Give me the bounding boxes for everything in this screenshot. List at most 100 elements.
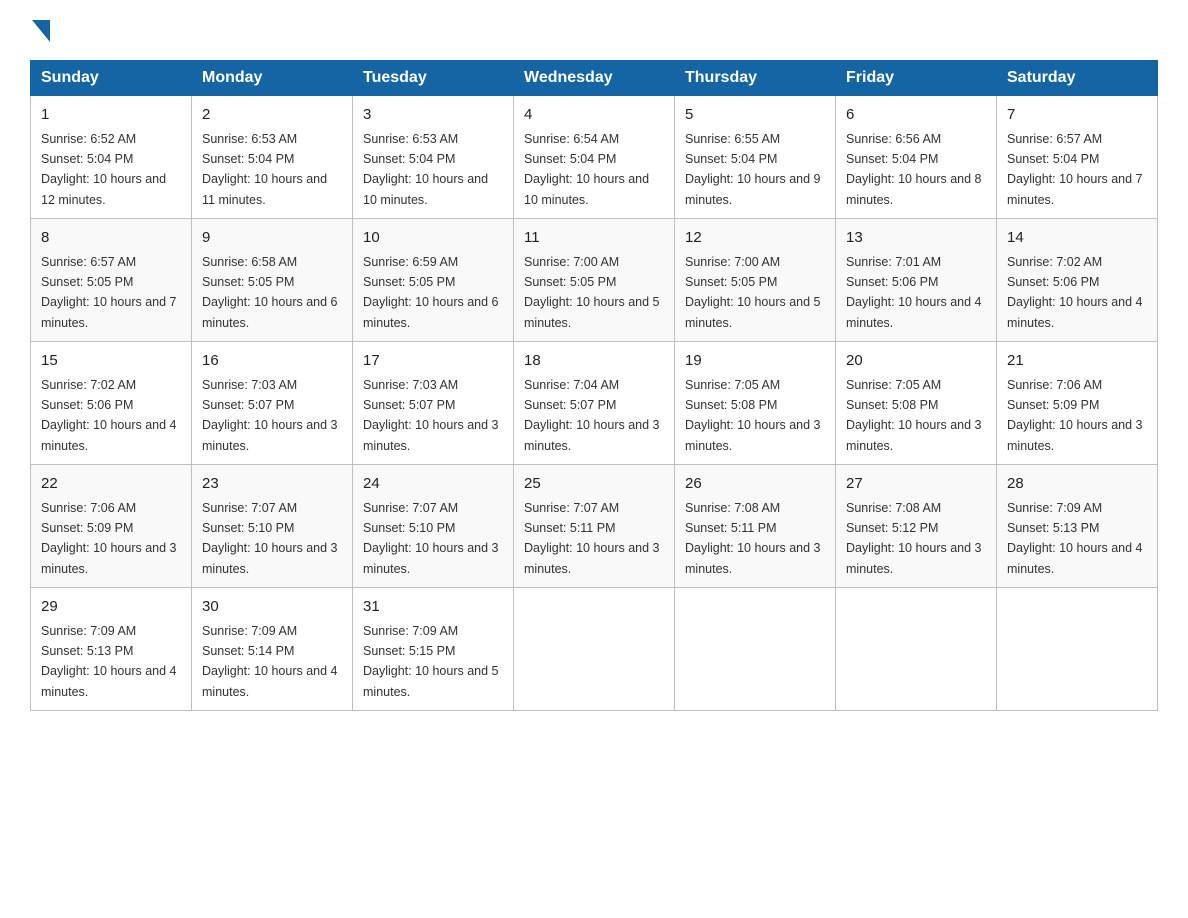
col-monday: Monday [192, 61, 353, 96]
day-number: 17 [363, 350, 503, 373]
day-info: Sunrise: 7:01 AMSunset: 5:06 PMDaylight:… [846, 255, 982, 330]
calendar-cell: 31 Sunrise: 7:09 AMSunset: 5:15 PMDayligh… [353, 588, 514, 711]
day-info: Sunrise: 7:07 AMSunset: 5:10 PMDaylight:… [363, 501, 499, 576]
calendar-cell [836, 588, 997, 711]
day-info: Sunrise: 6:53 AMSunset: 5:04 PMDaylight:… [363, 132, 488, 207]
calendar-week-row: 29 Sunrise: 7:09 AMSunset: 5:13 PMDayligh… [31, 588, 1158, 711]
day-info: Sunrise: 6:54 AMSunset: 5:04 PMDaylight:… [524, 132, 649, 207]
day-number: 25 [524, 473, 664, 496]
calendar-cell [675, 588, 836, 711]
calendar-cell: 22 Sunrise: 7:06 AMSunset: 5:09 PMDayligh… [31, 465, 192, 588]
day-info: Sunrise: 6:58 AMSunset: 5:05 PMDaylight:… [202, 255, 338, 330]
calendar-cell: 8 Sunrise: 6:57 AMSunset: 5:05 PMDaylight… [31, 219, 192, 342]
calendar-cell: 5Sunrise: 6:55 AMSunset: 5:04 PMDaylight… [675, 96, 836, 219]
calendar-cell: 11 Sunrise: 7:00 AMSunset: 5:05 PMDayligh… [514, 219, 675, 342]
calendar-cell: 20 Sunrise: 7:05 AMSunset: 5:08 PMDayligh… [836, 342, 997, 465]
day-number: 12 [685, 227, 825, 250]
day-info: Sunrise: 6:57 AMSunset: 5:05 PMDaylight:… [41, 255, 177, 330]
col-tuesday: Tuesday [353, 61, 514, 96]
day-number: 22 [41, 473, 181, 496]
day-number: 9 [202, 227, 342, 250]
calendar-table: Sunday Monday Tuesday Wednesday Thursday… [30, 60, 1158, 711]
day-info: Sunrise: 6:59 AMSunset: 5:05 PMDaylight:… [363, 255, 499, 330]
calendar-cell [997, 588, 1158, 711]
col-thursday: Thursday [675, 61, 836, 96]
day-number: 18 [524, 350, 664, 373]
day-info: Sunrise: 7:03 AMSunset: 5:07 PMDaylight:… [363, 378, 499, 453]
day-info: Sunrise: 7:03 AMSunset: 5:07 PMDaylight:… [202, 378, 338, 453]
day-number: 29 [41, 596, 181, 619]
day-info: Sunrise: 7:09 AMSunset: 5:13 PMDaylight:… [41, 624, 177, 699]
day-number: 15 [41, 350, 181, 373]
day-info: Sunrise: 7:09 AMSunset: 5:14 PMDaylight:… [202, 624, 338, 699]
calendar-cell: 18 Sunrise: 7:04 AMSunset: 5:07 PMDayligh… [514, 342, 675, 465]
calendar-cell: 9 Sunrise: 6:58 AMSunset: 5:05 PMDaylight… [192, 219, 353, 342]
day-number: 2 [202, 104, 342, 127]
calendar-cell: 12 Sunrise: 7:00 AMSunset: 5:05 PMDayligh… [675, 219, 836, 342]
page-header [30, 20, 1158, 42]
calendar-cell: 28 Sunrise: 7:09 AMSunset: 5:13 PMDayligh… [997, 465, 1158, 588]
day-info: Sunrise: 7:00 AMSunset: 5:05 PMDaylight:… [685, 255, 821, 330]
calendar-cell: 30Sunrise: 7:09 AMSunset: 5:14 PMDayligh… [192, 588, 353, 711]
logo [30, 20, 50, 42]
day-number: 13 [846, 227, 986, 250]
day-info: Sunrise: 6:53 AMSunset: 5:04 PMDaylight:… [202, 132, 327, 207]
day-number: 3 [363, 104, 503, 127]
calendar-cell: 7 Sunrise: 6:57 AMSunset: 5:04 PMDaylight… [997, 96, 1158, 219]
day-info: Sunrise: 7:06 AMSunset: 5:09 PMDaylight:… [1007, 378, 1143, 453]
calendar-cell: 15 Sunrise: 7:02 AMSunset: 5:06 PMDayligh… [31, 342, 192, 465]
calendar-header-row: Sunday Monday Tuesday Wednesday Thursday… [31, 61, 1158, 96]
day-info: Sunrise: 7:05 AMSunset: 5:08 PMDaylight:… [846, 378, 982, 453]
day-number: 8 [41, 227, 181, 250]
day-info: Sunrise: 6:57 AMSunset: 5:04 PMDaylight:… [1007, 132, 1143, 207]
day-info: Sunrise: 6:52 AMSunset: 5:04 PMDaylight:… [41, 132, 166, 207]
day-info: Sunrise: 7:07 AMSunset: 5:10 PMDaylight:… [202, 501, 338, 576]
day-number: 4 [524, 104, 664, 127]
calendar-cell: 16 Sunrise: 7:03 AMSunset: 5:07 PMDayligh… [192, 342, 353, 465]
calendar-cell: 17 Sunrise: 7:03 AMSunset: 5:07 PMDayligh… [353, 342, 514, 465]
calendar-cell: 3 Sunrise: 6:53 AMSunset: 5:04 PMDaylight… [353, 96, 514, 219]
day-info: Sunrise: 7:07 AMSunset: 5:11 PMDaylight:… [524, 501, 660, 576]
day-info: Sunrise: 7:08 AMSunset: 5:11 PMDaylight:… [685, 501, 821, 576]
day-info: Sunrise: 7:09 AMSunset: 5:15 PMDaylight:… [363, 624, 499, 699]
calendar-week-row: 15 Sunrise: 7:02 AMSunset: 5:06 PMDayligh… [31, 342, 1158, 465]
col-wednesday: Wednesday [514, 61, 675, 96]
day-info: Sunrise: 7:04 AMSunset: 5:07 PMDaylight:… [524, 378, 660, 453]
day-info: Sunrise: 7:02 AMSunset: 5:06 PMDaylight:… [41, 378, 177, 453]
day-number: 16 [202, 350, 342, 373]
col-sunday: Sunday [31, 61, 192, 96]
day-number: 1 [41, 104, 181, 127]
calendar-cell: 23Sunrise: 7:07 AMSunset: 5:10 PMDayligh… [192, 465, 353, 588]
day-number: 24 [363, 473, 503, 496]
calendar-cell: 27 Sunrise: 7:08 AMSunset: 5:12 PMDayligh… [836, 465, 997, 588]
calendar-cell: 2 Sunrise: 6:53 AMSunset: 5:04 PMDaylight… [192, 96, 353, 219]
calendar-cell: 10 Sunrise: 6:59 AMSunset: 5:05 PMDayligh… [353, 219, 514, 342]
day-number: 28 [1007, 473, 1147, 496]
col-friday: Friday [836, 61, 997, 96]
day-number: 27 [846, 473, 986, 496]
day-info: Sunrise: 7:06 AMSunset: 5:09 PMDaylight:… [41, 501, 177, 576]
day-number: 11 [524, 227, 664, 250]
logo-arrow-icon [32, 20, 50, 42]
day-number: 14 [1007, 227, 1147, 250]
calendar-week-row: 22 Sunrise: 7:06 AMSunset: 5:09 PMDayligh… [31, 465, 1158, 588]
day-number: 6 [846, 104, 986, 127]
calendar-cell: 26Sunrise: 7:08 AMSunset: 5:11 PMDayligh… [675, 465, 836, 588]
day-number: 20 [846, 350, 986, 373]
calendar-cell: 1 Sunrise: 6:52 AMSunset: 5:04 PMDaylight… [31, 96, 192, 219]
day-info: Sunrise: 6:56 AMSunset: 5:04 PMDaylight:… [846, 132, 982, 207]
day-info: Sunrise: 7:02 AMSunset: 5:06 PMDaylight:… [1007, 255, 1143, 330]
calendar-cell: 6 Sunrise: 6:56 AMSunset: 5:04 PMDaylight… [836, 96, 997, 219]
calendar-week-row: 8 Sunrise: 6:57 AMSunset: 5:05 PMDaylight… [31, 219, 1158, 342]
day-number: 31 [363, 596, 503, 619]
day-number: 21 [1007, 350, 1147, 373]
day-info: Sunrise: 7:08 AMSunset: 5:12 PMDaylight:… [846, 501, 982, 576]
col-saturday: Saturday [997, 61, 1158, 96]
day-info: Sunrise: 7:09 AMSunset: 5:13 PMDaylight:… [1007, 501, 1143, 576]
calendar-cell: 19Sunrise: 7:05 AMSunset: 5:08 PMDayligh… [675, 342, 836, 465]
day-number: 19 [685, 350, 825, 373]
calendar-cell: 13 Sunrise: 7:01 AMSunset: 5:06 PMDayligh… [836, 219, 997, 342]
day-number: 10 [363, 227, 503, 250]
day-info: Sunrise: 7:00 AMSunset: 5:05 PMDaylight:… [524, 255, 660, 330]
day-number: 7 [1007, 104, 1147, 127]
